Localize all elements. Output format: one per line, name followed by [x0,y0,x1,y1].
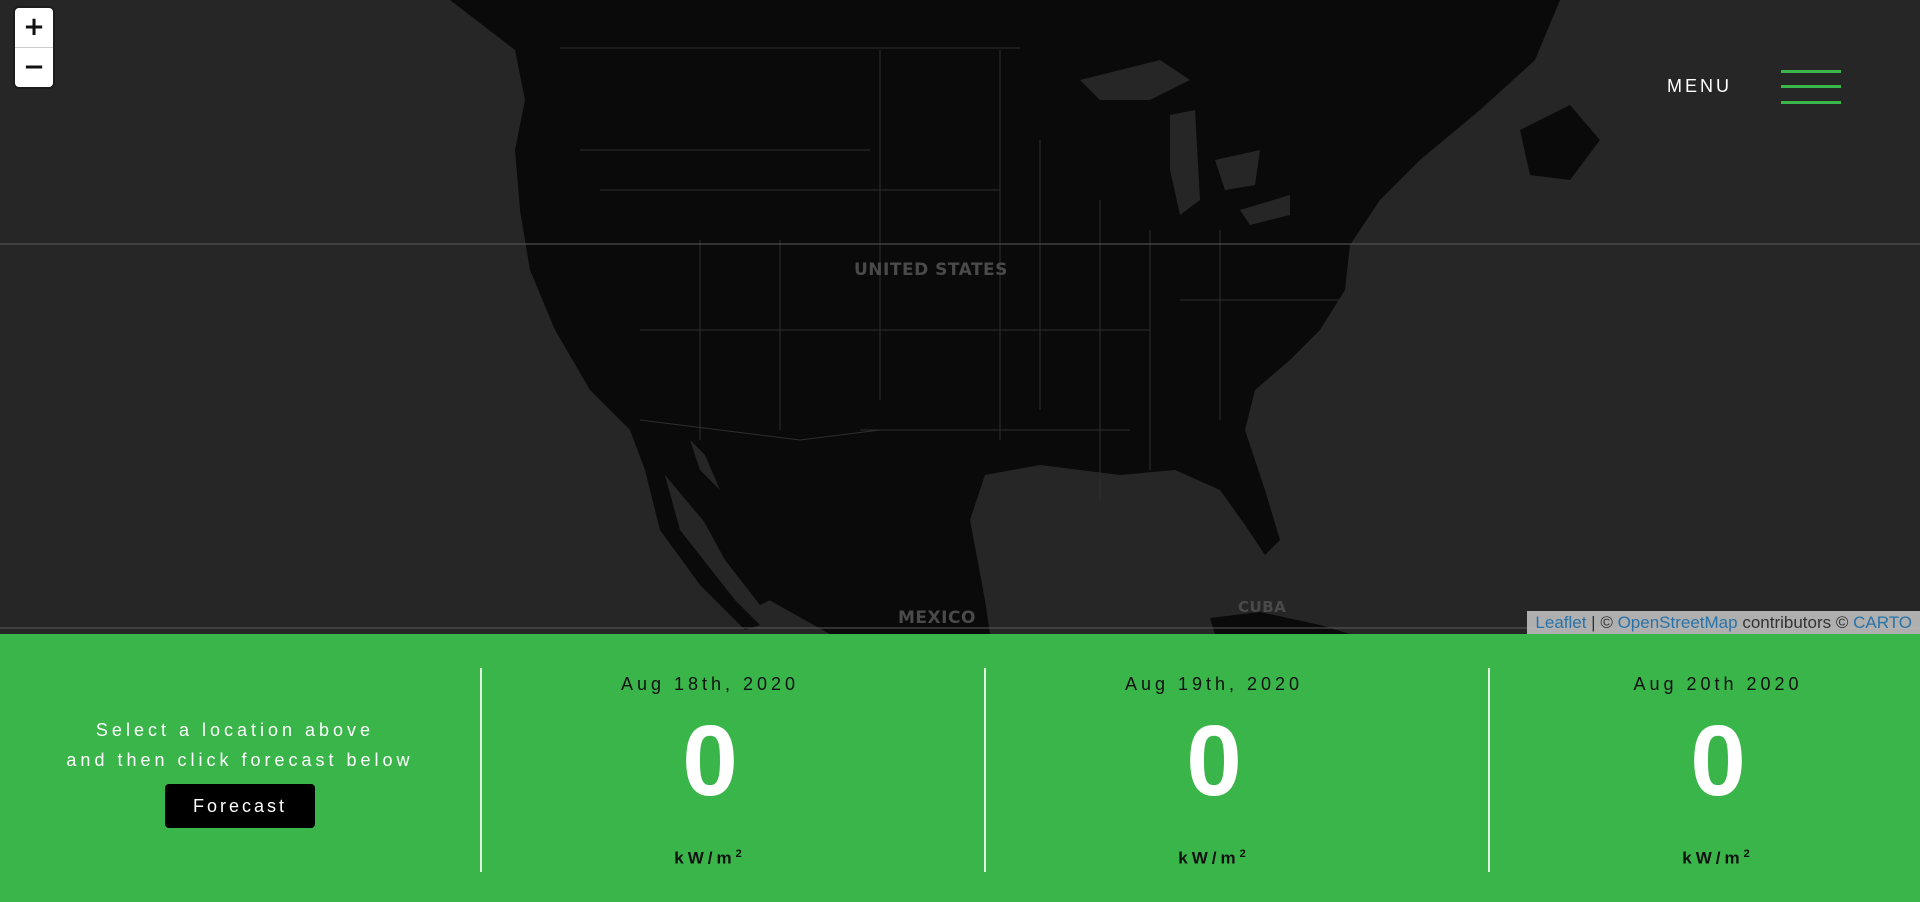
day-value: 0 [1186,705,1242,817]
zoom-control: + − [15,8,53,87]
day-date: Aug 19th, 2020 [1124,674,1304,694]
day-value: 0 [1690,705,1746,817]
carto-link[interactable]: CARTO [1853,613,1912,632]
map-attribution: Leaflet | © OpenStreetMap contributors ©… [1527,611,1920,634]
map-tiles [0,0,1920,634]
forecast-day-1: Aug 18th, 2020 0 kW/m2 [460,634,960,902]
leaflet-link[interactable]: Leaflet [1535,613,1586,632]
day-value: 0 [682,705,738,817]
map[interactable]: UNITED STATES MEXICO CUBA + − MENU Leafl… [0,0,1920,634]
zoom-out-button[interactable]: − [15,48,53,87]
country-label-mexico: MEXICO [898,608,976,628]
country-label-cuba: CUBA [1238,598,1287,616]
north-america-land [450,0,1560,634]
intro-text-line-2: and then click forecast below [66,750,414,770]
day-date: Aug 18th, 2020 [620,674,800,694]
country-label-united-states: UNITED STATES [854,260,1008,280]
zoom-in-button[interactable]: + [15,8,53,48]
forecast-panel: Select a location above and then click f… [0,634,1920,902]
forecast-day-3: Aug 20th 2020 0 kW/m2 [1468,634,1920,902]
intro-section: Select a location above and then click f… [0,634,480,902]
day-unit: kW/m2 [1178,848,1250,868]
openstreetmap-link[interactable]: OpenStreetMap [1618,613,1738,632]
day-unit: kW/m2 [1682,848,1754,868]
intro-text-line-1: Select a location above [95,720,375,740]
forecast-day-2: Aug 19th, 2020 0 kW/m2 [964,634,1464,902]
forecast-button[interactable]: Forecast [165,784,315,828]
hamburger-menu-icon[interactable] [1781,70,1841,104]
attribution-separator: | © [1586,613,1618,632]
day-date: Aug 20th 2020 [1633,674,1803,694]
menu-label[interactable]: MENU [1667,76,1732,97]
day-unit: kW/m2 [674,848,746,868]
island-land [1520,105,1600,180]
attribution-contributors: contributors © [1737,613,1854,632]
